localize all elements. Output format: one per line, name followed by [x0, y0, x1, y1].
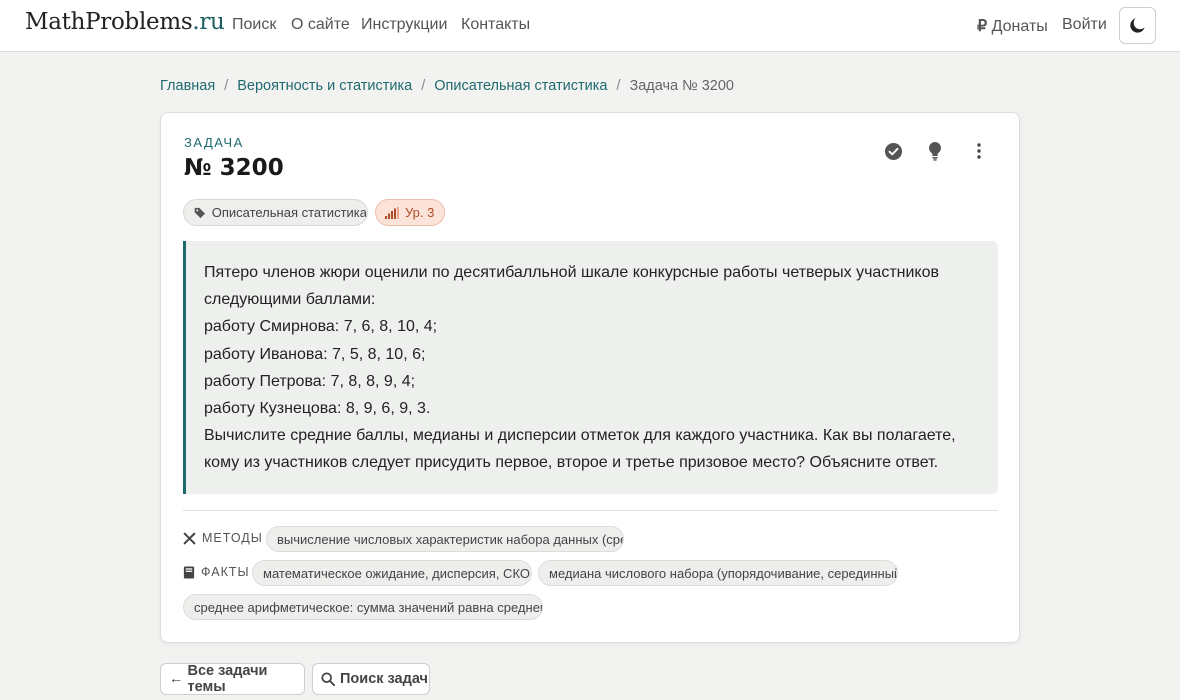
problem-title: № 3200 — [184, 155, 284, 181]
ruble-icon: ₽ — [977, 18, 988, 35]
breadcrumb-home[interactable]: Главная — [160, 78, 215, 94]
more-options-button[interactable] — [968, 140, 990, 162]
arrow-left-icon: ← — [169, 671, 184, 687]
fact-chip[interactable]: математическое ожидание, дисперсия, СКО — [252, 560, 532, 586]
hint-button[interactable] — [924, 140, 946, 162]
breadcrumb-current: Задача № 3200 — [629, 78, 734, 94]
brand-main: MathProblems — [25, 9, 193, 35]
problem-line: кому из участников следует присудить пер… — [204, 454, 939, 472]
problem-line: Пятеро членов жюри оценили по десятибалл… — [204, 264, 939, 281]
brand-suffix: .ru — [192, 9, 225, 35]
donate-link[interactable]: ₽ Донаты — [977, 16, 1048, 36]
nav-link-instructions[interactable]: Инструкции — [361, 16, 447, 34]
problem-card: ЗАДАЧА № 3200 Описательная статистика Ур… — [160, 112, 1020, 643]
nav-link-search[interactable]: Поиск — [232, 16, 276, 34]
breadcrumb-descriptive-stats[interactable]: Описательная статистика — [434, 78, 607, 94]
problem-statement: Пятеро членов жюри оценили по десятибалл… — [183, 241, 998, 494]
difficulty-level-chip: Ур. 3 — [375, 199, 445, 226]
tools-icon — [183, 532, 196, 544]
lightbulb-icon — [929, 142, 941, 161]
problem-line: следующими баллами: — [204, 291, 376, 309]
problem-line: работу Иванова: 7, 5, 8, 10, 6; — [204, 345, 426, 363]
fact-chip[interactable]: среднее арифметическое: сумма значений р… — [183, 594, 543, 620]
nav-link-about[interactable]: О сайте — [291, 16, 350, 34]
breadcrumb-separator: / — [224, 78, 229, 94]
all-topic-tasks-label: Все задачи темы — [187, 663, 268, 695]
topic-tag-chip[interactable]: Описательная статистика — [183, 199, 368, 226]
moon-icon — [1130, 18, 1145, 33]
search-icon — [321, 672, 335, 686]
search-tasks-label: Поиск задач — [340, 671, 428, 687]
check-circle-icon — [884, 142, 902, 160]
methods-label: МЕТОДЫ — [183, 531, 263, 545]
kebab-menu-icon — [977, 143, 981, 159]
problem-line: работу Кузнецова: 8, 9, 6, 9, 3. — [204, 400, 431, 418]
breadcrumb-separator: / — [616, 78, 621, 94]
book-icon — [183, 565, 195, 579]
mark-solved-button[interactable] — [882, 140, 904, 162]
breadcrumb-probability[interactable]: Вероятность и статистика — [237, 78, 412, 94]
breadcrumb-separator: / — [421, 78, 426, 94]
problem-line: Вычислите средние баллы, медианы и диспе… — [204, 427, 956, 445]
tag-icon — [194, 207, 205, 218]
methods-label-text: МЕТОДЫ — [202, 531, 263, 545]
donate-label: Донаты — [991, 18, 1048, 35]
problem-line: работу Смирнова: 7, 6, 8, 10, 4; — [204, 318, 438, 336]
site-logo[interactable]: MathProblems.ru — [25, 9, 225, 35]
section-divider — [183, 510, 998, 511]
signal-bars-icon — [385, 206, 399, 219]
difficulty-level-label: Ур. 3 — [405, 205, 435, 220]
all-topic-tasks-button[interactable]: ← Все задачи темы — [160, 663, 305, 695]
fact-chip[interactable]: медиана числового набора (упорядочивание… — [538, 560, 898, 586]
facts-label: ФАКТЫ — [183, 565, 250, 579]
method-chip[interactable]: вычисление числовых характеристик набора… — [266, 526, 624, 552]
breadcrumb: Главная / Вероятность и статистика / Описате… — [160, 78, 734, 94]
problem-line: работу Петрова: 7, 8, 8, 9, 4; — [204, 372, 416, 390]
top-navbar: MathProblems.ru Поиск О сайте Инструкции… — [0, 0, 1180, 52]
theme-toggle-button[interactable] — [1119, 7, 1156, 44]
nav-link-contacts[interactable]: Контакты — [461, 16, 530, 34]
problem-eyebrow: ЗАДАЧА — [184, 135, 244, 150]
facts-label-text: ФАКТЫ — [201, 565, 250, 579]
topic-tag-label: Описательная статистика — [211, 205, 367, 220]
login-link[interactable]: Войти — [1062, 16, 1107, 34]
search-tasks-button[interactable]: Поиск задач — [312, 663, 430, 695]
